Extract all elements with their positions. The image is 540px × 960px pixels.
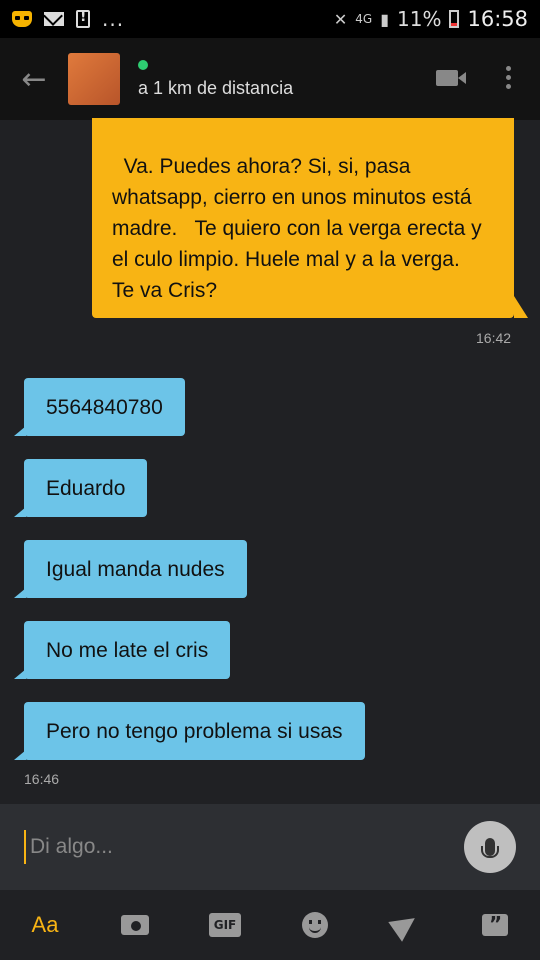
composer <box>0 804 540 890</box>
network-type: 4G <box>355 12 373 26</box>
battery-icon <box>449 10 460 28</box>
message-text: 5564840780 <box>46 395 163 419</box>
received-message[interactable]: Igual manda nudes <box>14 540 247 598</box>
message-timestamp: 16:42 <box>476 330 512 346</box>
camera-icon <box>121 915 149 935</box>
received-message[interactable]: Pero no tengo problema si usas <box>14 702 365 760</box>
saved-phrases-button[interactable] <box>475 905 515 945</box>
saved-phrases-icon <box>482 912 508 936</box>
gif-button[interactable]: GIF <box>205 905 245 945</box>
chat-header: ← a 1 km de distancia <box>0 38 540 120</box>
online-status-icon <box>138 59 148 70</box>
message-text: No me late el cris <box>46 638 209 662</box>
sent-tail <box>514 296 528 318</box>
profile-info[interactable]: a 1 km de distancia <box>138 59 294 99</box>
avatar[interactable] <box>68 53 120 105</box>
message-text: Eduardo <box>46 476 126 500</box>
chat-toolbar: Aa GIF <box>0 890 540 960</box>
alert-icon <box>76 9 90 28</box>
microphone-icon <box>481 838 499 858</box>
grindr-mask-icon <box>12 11 32 27</box>
battery-percent: 11% <box>397 7 442 31</box>
text-mode-label: Aa <box>31 912 59 937</box>
back-arrow-icon[interactable]: ← <box>0 62 68 97</box>
clock: 16:58 <box>467 7 528 31</box>
message-text: Pero no tengo problema si usas <box>46 719 343 743</box>
message-timestamp: 16:46 <box>24 771 60 787</box>
location-arrow-icon <box>388 908 422 942</box>
message-text: Va. Puedes ahora? Si, si, pasa whatsapp,… <box>112 155 482 302</box>
message-input[interactable] <box>24 830 444 864</box>
received-message[interactable]: 5564840780 <box>14 378 185 436</box>
message-text: Igual manda nudes <box>46 557 225 581</box>
camera-button[interactable] <box>115 905 155 945</box>
received-message[interactable]: No me late el cris <box>13 621 231 679</box>
emoji-button[interactable] <box>295 905 335 945</box>
smiley-icon <box>302 912 328 938</box>
gif-icon: GIF <box>209 913 241 937</box>
more-options-icon[interactable] <box>506 66 512 92</box>
text-mode-button[interactable]: Aa <box>25 905 65 945</box>
mail-icon <box>44 12 64 26</box>
more-notifications-indicator: ... <box>102 7 125 31</box>
status-bar: ... ✕ 4G ▮ 11% 16:58 <box>0 0 540 38</box>
send-location-button[interactable] <box>385 905 425 945</box>
video-call-icon[interactable] <box>436 70 466 86</box>
received-message[interactable]: Eduardo <box>13 459 148 517</box>
sent-message[interactable]: Va. Puedes ahora? Si, si, pasa whatsapp,… <box>92 118 514 318</box>
distance-label: a 1 km de distancia <box>138 77 294 98</box>
mute-icon: ✕ <box>333 9 348 29</box>
voice-message-button[interactable] <box>464 821 516 873</box>
signal-icon: ▮ <box>380 9 390 29</box>
